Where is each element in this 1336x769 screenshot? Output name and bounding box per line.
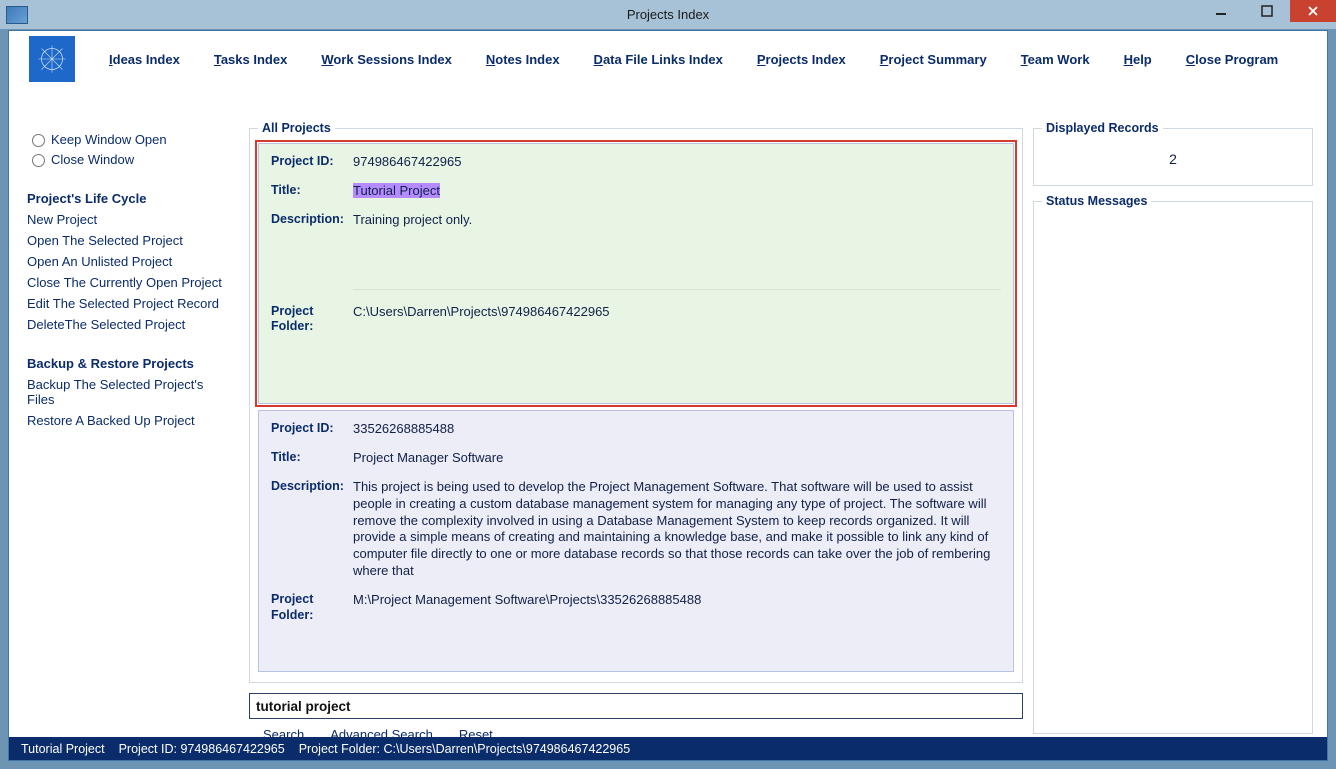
radio-keep-open[interactable]: Keep Window Open <box>27 131 227 147</box>
radio-close-window-input[interactable] <box>32 154 45 167</box>
status-messages-group: Status Messages <box>1033 194 1313 734</box>
app-icon <box>6 6 28 24</box>
search-input[interactable] <box>249 693 1023 719</box>
label-folder: Project Folder: <box>271 304 353 335</box>
label-description: Description: <box>271 212 353 292</box>
sidebar-open-unlisted[interactable]: Open An Unlisted Project <box>27 254 227 269</box>
statusbar-project: Tutorial Project <box>21 742 105 756</box>
search-row <box>249 693 1023 719</box>
menu-help[interactable]: Help <box>1124 52 1152 67</box>
close-button[interactable] <box>1290 0 1336 22</box>
minimize-button[interactable] <box>1198 0 1244 22</box>
sidebar-delete-selected[interactable]: DeleteThe Selected Project <box>27 317 227 332</box>
label-title: Title: <box>271 183 353 200</box>
app-window: Projects Index Ideas Index Tasks Index W… <box>0 0 1336 769</box>
maximize-button[interactable] <box>1244 0 1290 22</box>
sidebar-restore[interactable]: Restore A Backed Up Project <box>27 413 227 428</box>
menu-data-file-links[interactable]: Data File Links Index <box>594 52 723 67</box>
menu-projects[interactable]: Projects Index <box>757 52 846 67</box>
menu-work-sessions[interactable]: Work Sessions Index <box>321 52 452 67</box>
content-frame: Ideas Index Tasks Index Work Sessions In… <box>8 30 1328 761</box>
all-projects-group: All Projects Project ID: 974986467422965… <box>249 121 1023 683</box>
displayed-records-count: 2 <box>1042 143 1304 177</box>
logo-icon[interactable] <box>29 36 75 82</box>
sidebar-backup[interactable]: Backup The Selected Project's Files <box>27 377 227 407</box>
all-projects-legend: All Projects <box>258 121 335 135</box>
displayed-records-group: Displayed Records 2 <box>1033 121 1313 186</box>
right-column: Displayed Records 2 Status Messages <box>1027 121 1327 733</box>
value-folder-0: C:\Users\Darren\Projects\974986467422965 <box>353 304 1001 335</box>
menu-close-program[interactable]: Close Program <box>1186 52 1278 67</box>
sidebar-new-project[interactable]: New Project <box>27 212 227 227</box>
value-folder-1: M:\Project Management Software\Projects\… <box>353 592 1001 623</box>
sidebar: Keep Window Open Close Window Project's … <box>9 121 231 733</box>
center-column: All Projects Project ID: 974986467422965… <box>231 121 1027 733</box>
menu-notes[interactable]: Notes Index <box>486 52 560 67</box>
value-title-0: Tutorial Project <box>353 183 1001 200</box>
highlighted-title: Tutorial Project <box>353 183 440 198</box>
displayed-records-legend: Displayed Records <box>1042 121 1163 135</box>
project-record[interactable]: Project ID: 33526268885488 Title: Projec… <box>258 410 1014 672</box>
menubar: Ideas Index Tasks Index Work Sessions In… <box>9 31 1327 87</box>
statusbar-pid: Project ID: 974986467422965 <box>119 742 285 756</box>
label-description: Description: <box>271 479 353 580</box>
menu-project-summary[interactable]: Project Summary <box>880 52 987 67</box>
menu-team-work[interactable]: Team Work <box>1021 52 1090 67</box>
label-folder: Project Folder: <box>271 592 353 623</box>
window-controls <box>1198 0 1336 22</box>
radio-close-window[interactable]: Close Window <box>27 151 227 167</box>
window-title: Projects Index <box>627 7 709 22</box>
status-messages-legend: Status Messages <box>1042 194 1151 208</box>
sidebar-heading-lifecycle: Project's Life Cycle <box>27 191 227 206</box>
value-title-1: Project Manager Software <box>353 450 1001 467</box>
statusbar: Tutorial Project Project ID: 97498646742… <box>9 737 1327 760</box>
sidebar-edit-selected[interactable]: Edit The Selected Project Record <box>27 296 227 311</box>
value-description-0: Training project only. <box>353 212 1001 292</box>
project-record-selected[interactable]: Project ID: 974986467422965 Title: Tutor… <box>258 143 1014 404</box>
value-project-id-1: 33526268885488 <box>353 421 1001 438</box>
sidebar-close-current[interactable]: Close The Currently Open Project <box>27 275 227 290</box>
titlebar[interactable]: Projects Index <box>0 0 1336 30</box>
label-project-id: Project ID: <box>271 154 353 171</box>
menu-ideas[interactable]: Ideas Index <box>109 52 180 67</box>
sidebar-heading-backup: Backup & Restore Projects <box>27 356 227 371</box>
statusbar-folder: Project Folder: C:\Users\Darren\Projects… <box>299 742 630 756</box>
menu-tasks[interactable]: Tasks Index <box>214 52 287 67</box>
radio-keep-open-input[interactable] <box>32 134 45 147</box>
label-title: Title: <box>271 450 353 467</box>
label-project-id: Project ID: <box>271 421 353 438</box>
value-project-id-0: 974986467422965 <box>353 154 1001 171</box>
value-description-1: This project is being used to develop th… <box>353 479 1001 580</box>
sidebar-open-selected[interactable]: Open The Selected Project <box>27 233 227 248</box>
main-area: Keep Window Open Close Window Project's … <box>9 121 1327 733</box>
